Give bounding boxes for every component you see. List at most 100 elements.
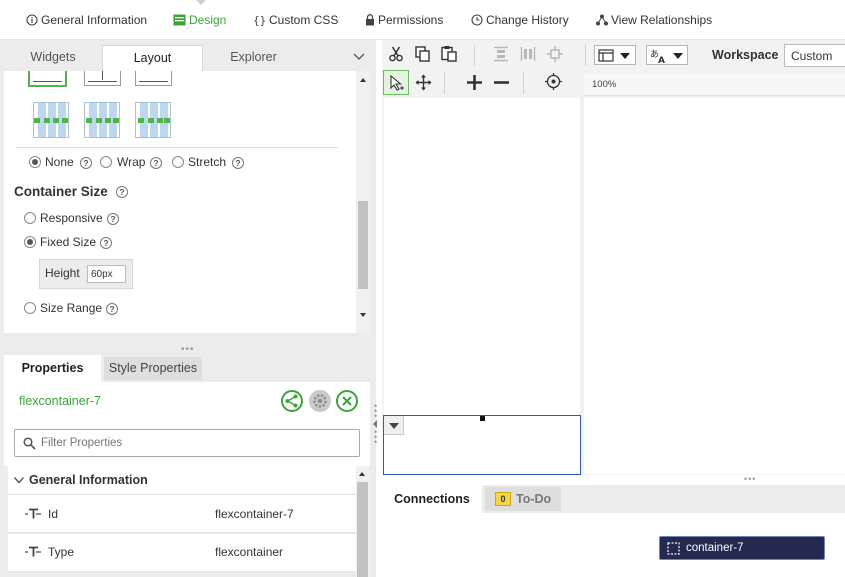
tab-widgets[interactable]: Widgets: [4, 45, 102, 71]
size-responsive-radio[interactable]: [24, 212, 36, 224]
todo-label: To-Do: [516, 492, 552, 506]
tab-properties[interactable]: Properties: [4, 355, 101, 382]
tab-layout[interactable]: Layout: [102, 45, 203, 71]
help-icon[interactable]: ?: [232, 157, 244, 169]
size-fixed-radio[interactable]: [24, 236, 36, 248]
tab-style-properties[interactable]: Style Properties: [104, 357, 202, 380]
layout-scrollbar[interactable]: [356, 71, 370, 333]
properties-scrollbar[interactable]: [356, 466, 369, 577]
nav-view-relationships[interactable]: View Relationships: [596, 12, 712, 28]
container-menu-button[interactable]: [384, 416, 404, 435]
scroll-thumb[interactable]: [358, 201, 368, 289]
toolbar-divider: [523, 72, 524, 94]
container-node[interactable]: container-7: [659, 536, 825, 560]
distribute-columns-icon[interactable]: [84, 102, 120, 138]
cut-icon[interactable]: [389, 46, 403, 62]
copy-icon[interactable]: [415, 46, 430, 62]
connections-tabs: Connections 0 To-Do: [382, 485, 845, 513]
height-input[interactable]: [87, 265, 126, 283]
canvas-ruler: 100%: [584, 73, 845, 96]
nav-general-information[interactable]: General Information: [26, 12, 147, 28]
property-value: flexcontainer: [215, 545, 284, 559]
vertical-splitter[interactable]: • • • • • •: [373, 402, 378, 447]
align-center-icon[interactable]: [547, 46, 563, 62]
layout-view-select[interactable]: [594, 45, 636, 65]
align-middle-icon[interactable]: [520, 46, 536, 62]
property-row[interactable]: Id flexcontainer-7: [8, 495, 357, 533]
section-general-information[interactable]: General Information: [8, 466, 357, 495]
zoom-in-icon[interactable]: [466, 74, 483, 91]
help-icon[interactable]: ?: [107, 213, 119, 225]
tab-explorer[interactable]: Explorer: [203, 45, 304, 71]
height-field-group: Height: [39, 259, 133, 289]
dropdown-arrow-icon: [673, 53, 683, 59]
language-select[interactable]: あA: [646, 45, 688, 65]
nav-change-history[interactable]: Change History: [471, 12, 569, 28]
layout-option-icon[interactable]: [29, 71, 66, 86]
layout-option-icon[interactable]: [135, 71, 172, 86]
nav-label: General Information: [41, 13, 148, 27]
property-name: Id: [48, 507, 59, 521]
settings-button[interactable]: [309, 390, 331, 412]
svg-text:A: A: [658, 56, 665, 64]
move-icon[interactable]: [415, 74, 432, 91]
distribute-columns-icon[interactable]: [135, 102, 171, 138]
center-target-icon[interactable]: [545, 73, 562, 90]
filter-properties-box[interactable]: [14, 429, 360, 457]
text-type-icon: [25, 508, 41, 519]
layout-option-icon[interactable]: [84, 71, 121, 86]
distribute-columns-icon[interactable]: [33, 102, 69, 138]
resize-handle[interactable]: [480, 416, 485, 421]
properties-panel: flexcontainer-7 General Information Id f…: [4, 382, 370, 577]
canvas-column-right[interactable]: [584, 98, 845, 474]
scroll-down-icon[interactable]: [360, 313, 366, 317]
scroll-up-icon[interactable]: [360, 78, 366, 82]
selected-flexcontainer[interactable]: [383, 415, 581, 475]
align-stretch-radio[interactable]: [172, 156, 184, 168]
property-row[interactable]: Type flexcontainer: [8, 534, 357, 572]
search-icon: [23, 437, 36, 450]
align-wrap-label: Wrap: [117, 155, 146, 169]
scroll-up-icon[interactable]: [359, 472, 365, 476]
help-icon[interactable]: ?: [106, 303, 118, 315]
workspace-select[interactable]: Custom: [784, 44, 845, 67]
size-range-radio[interactable]: [24, 302, 36, 314]
nav-permissions[interactable]: Permissions: [365, 12, 443, 28]
help-icon[interactable]: ?: [80, 157, 92, 169]
paste-icon[interactable]: [441, 45, 457, 62]
toolbar-divider: [474, 44, 475, 66]
zoom-out-icon[interactable]: [493, 74, 510, 91]
align-none-radio[interactable]: [29, 156, 41, 168]
scroll-thumb[interactable]: [357, 482, 368, 577]
properties-tabs: Properties Style Properties: [4, 355, 370, 382]
info-icon: [26, 14, 38, 26]
chevron-down-icon[interactable]: [352, 52, 366, 62]
gear-icon: [313, 394, 327, 408]
panel-splitter-handle[interactable]: •••: [181, 345, 195, 355]
share-button[interactable]: [281, 390, 303, 412]
help-icon[interactable]: ?: [100, 237, 112, 249]
translate-icon: あA: [650, 49, 665, 64]
dropdown-arrow-icon: [389, 423, 399, 429]
help-icon[interactable]: ?: [116, 186, 128, 198]
section-title: General Information: [29, 473, 148, 487]
horizontal-splitter-handle[interactable]: •••: [744, 475, 756, 484]
nav-label: Design: [189, 13, 227, 27]
align-top-icon[interactable]: [493, 46, 509, 62]
select-tool-button[interactable]: [383, 70, 409, 95]
tab-todo[interactable]: 0 To-Do: [485, 487, 561, 511]
close-button[interactable]: [336, 390, 358, 412]
dropdown-arrow-icon: [620, 53, 630, 59]
filter-properties-input[interactable]: [41, 435, 341, 451]
left-panel-tabs: Widgets Layout Explorer: [4, 45, 370, 71]
tab-connections[interactable]: Connections: [382, 485, 482, 513]
help-icon[interactable]: ?: [150, 157, 162, 169]
nav-custom-css[interactable]: {} Custom CSS: [253, 12, 338, 28]
pointer-icon: [390, 75, 404, 91]
container-node-label: container-7: [686, 542, 744, 554]
nav-label: Custom CSS: [269, 13, 339, 27]
align-wrap-radio[interactable]: [100, 156, 112, 168]
close-icon: [342, 396, 352, 406]
nav-design[interactable]: Design: [173, 12, 226, 28]
chevron-down-icon: [14, 477, 24, 484]
